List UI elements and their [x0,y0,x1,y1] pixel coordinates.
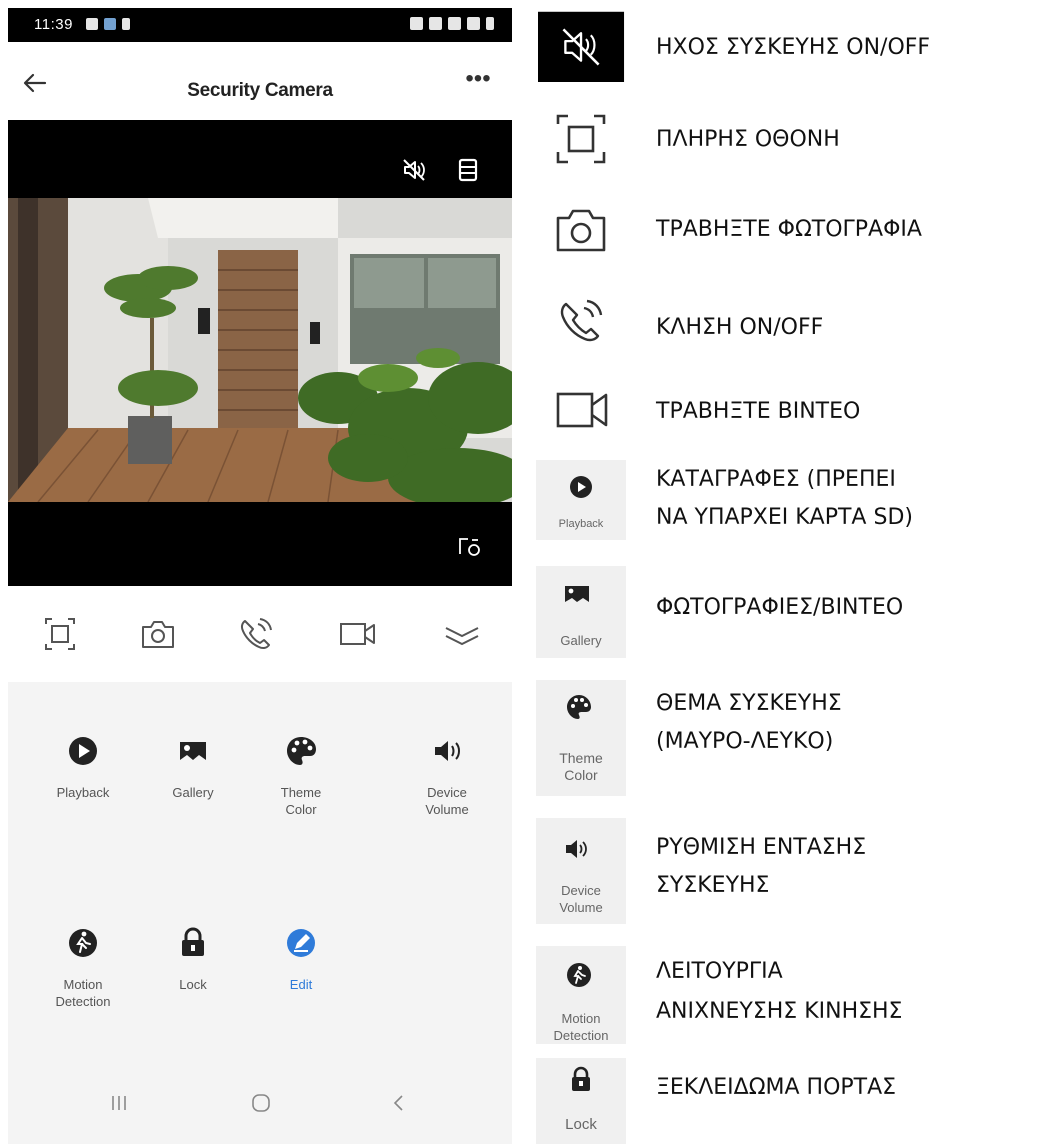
video-camera-icon[interactable] [336,614,380,654]
lock-icon [572,1066,590,1091]
legend-text-line-2: (ΜΑΥΡΟ-ΛΕΥΚΟ) [656,729,834,754]
theme-color-label: Theme Color [280,785,322,817]
volume-icon [435,741,460,761]
collapse-chevron-icon[interactable] [440,614,484,654]
usb-notification-icon [122,18,130,30]
live-video-view[interactable] [8,120,512,586]
video-camera-icon [556,392,608,428]
fullscreen-icon [556,114,606,164]
legend-text-line-1: ΚΑΤΑΓΡΑΦΕΣ (ΠΡΕΠΕΙ [656,467,896,492]
home-icon[interactable] [246,1088,276,1118]
legend-text-line-2: ΣΥΣΚΕΥΗΣ [656,873,770,898]
legend-row-call: ΚΛΗΣΗ ON/OFF [536,290,1064,360]
theme-color-tile[interactable]: Theme Color [246,732,356,872]
device-volume-label: Device Volume [425,785,469,817]
legend-text: ΦΩΤΟΓΡΑΦΙΕΣ/ΒΙΝΤΕΟ [656,595,904,620]
legend-text-line-2: ΑΝΙΧΝΕΥΣΗΣ ΚΙΝΗΣΗΣ [656,999,903,1024]
playback-thumb-label: Playback [558,518,604,530]
legend-text: ΗΧΟΣ ΣΥΣΚΕΥΗΣ ON/OFF [656,35,931,60]
gallery-thumb-label: Gallery [560,633,602,648]
battery-icon [486,17,494,30]
control-bar [8,586,512,682]
gallery-tile[interactable]: Gallery [138,732,248,872]
android-navigation-bar [8,1060,512,1144]
legend-row-fullscreen: ΠΛΗΡΗΣ ΟΘΟΝΗ [536,104,1064,174]
legend-text: ΚΛΗΣΗ ON/OFF [656,315,824,340]
volume-icon [566,840,587,858]
motion-detection-icon [567,963,591,987]
signal-icon [467,17,480,30]
back-nav-icon[interactable] [384,1088,414,1118]
edit-tile[interactable]: Edit [246,924,356,1064]
edit-label: Edit [289,977,313,992]
device-volume-tile[interactable]: Device Volume [392,732,502,872]
camera-icon[interactable] [136,614,180,654]
status-bar: 11:39 [8,8,512,42]
legend-text-line-1: ΛΕΙΤΟΥΡΓΙΑ [656,959,783,984]
playback-icon [570,476,592,498]
app-header: Security Camera ••• [8,42,512,132]
fullscreen-icon[interactable] [38,614,82,654]
motion-detection-label: Motion Detection [55,977,111,1009]
motion-detection-icon [69,929,97,957]
legend-row-volume: Device Volume ΡΥΘΜΙΣΗ ΕΝΤΑΣΗΣ ΣΥΣΚΕΥΗΣ [536,818,1064,924]
nfc-icon [410,17,423,30]
lock-label: Lock [179,977,207,992]
playback-tile[interactable]: Playback [28,732,138,872]
phone-call-icon[interactable] [234,614,278,654]
legend-row-take-photo: ΤΡΑΒΗΞΤΕ ΦΩΤΟΓΡΑΦΙΑ [536,196,1064,266]
status-time: 11:39 [34,16,73,33]
motion-detection-tile[interactable]: Motion Detection [28,924,138,1064]
gallery-icon [565,586,589,602]
theme-thumb-label: Theme Color [559,750,603,783]
mute-speaker-icon[interactable] [400,156,428,184]
lock-icon [182,927,204,956]
lock-tile[interactable]: Lock [138,924,248,1064]
legend-text-line-1: ΡΥΘΜΙΣΗ ΕΝΤΑΣΗΣ [656,835,867,860]
phone-call-icon [560,299,603,342]
legend-text: ΤΡΑΒΗΞΤΕ ΒΙΝΤΕΟ [656,399,861,424]
more-options-button[interactable]: ••• [462,67,494,94]
legend-row-lock: Lock ΞΕΚΛΕΙΔΩΜΑ ΠΟΡΤΑΣ [536,1058,1064,1144]
camera-icon [556,209,606,252]
layout-toggle-icon[interactable] [454,156,482,184]
legend-text-line-1: ΘΕΜΑ ΣΥΣΚΕΥΗΣ [656,691,842,716]
playback-label: Playback [56,785,110,800]
recent-apps-icon[interactable] [104,1088,134,1118]
lock-thumb-label: Lock [565,1116,597,1133]
edit-pencil-icon [287,929,315,957]
legend-row-theme: Theme Color ΘΕΜΑ ΣΥΣΚΕΥΗΣ (ΜΑΥΡΟ-ΛΕΥΚΟ) [536,680,1064,796]
legend-row-record-video: ΤΡΑΒΗΞΤΕ ΒΙΝΤΕΟ [536,378,1064,448]
playback-icon [69,737,97,765]
wifi-icon [448,17,461,30]
palette-icon [287,737,316,765]
theme-thumbnail: Theme Color [536,680,626,796]
motion-thumbnail: Motion Detection [536,946,626,1044]
legend-row-device-sound: ΗΧΟΣ ΣΥΣΚΕΥΗΣ ON/OFF [536,10,1064,82]
legend-row-gallery: Gallery ΦΩΤΟΓΡΑΦΙΕΣ/ΒΙΝΤΕΟ [536,566,1064,658]
lock-thumbnail: Lock [536,1058,626,1144]
legend-row-playback: Playback ΚΑΤΑΓΡΑΦΕΣ (ΠΡΕΠΕΙ ΝΑ ΥΠΑΡΧΕΙ Κ… [536,460,1064,540]
bluetooth-icon [429,17,442,30]
legend-text: ΤΡΑΒΗΞΤΕ ΦΩΤΟΓΡΑΦΙΑ [656,217,922,242]
page-title: Security Camera [187,80,333,101]
app-notification-icon [104,18,116,30]
motion-thumb-label: Motion Detection [553,1011,609,1043]
legend-row-motion: Motion Detection ΛΕΙΤΟΥΡΓΙΑ ΑΝΙΧΝΕΥΣΗΣ Κ… [536,946,1064,1044]
phone-screen: 11:39 Security Camera ••• Playback Galle… [8,8,512,1144]
legend-text-line-2: ΝΑ ΥΠΑΡΧΕΙ ΚΑΡΤΑ SD) [656,505,913,530]
palette-icon [567,695,591,719]
playback-thumbnail: Playback [536,460,626,540]
camera-feed-image [8,198,512,502]
volume-thumbnail: Device Volume [536,818,626,924]
volume-thumb-label: Device Volume [559,883,603,915]
gallery-notification-icon [86,18,98,30]
legend-text: ΞΕΚΛΕΙΔΩΜΑ ΠΟΡΤΑΣ [656,1075,897,1100]
mute-speaker-icon [538,11,625,82]
legend-text: ΠΛΗΡΗΣ ΟΘΟΝΗ [656,127,840,152]
gallery-thumbnail: Gallery [536,566,626,658]
camera-switch-icon[interactable] [456,532,484,560]
gallery-label: Gallery [172,785,214,800]
gallery-icon [180,742,206,760]
